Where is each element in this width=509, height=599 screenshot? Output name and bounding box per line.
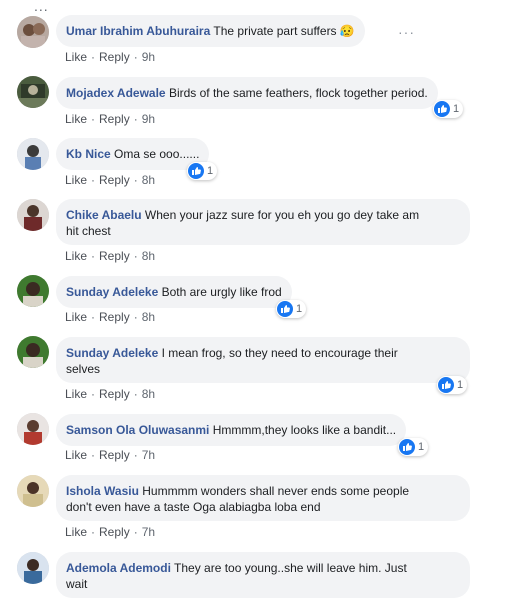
comment-text: Oma se ooo...... [114,147,200,161]
comment-time[interactable]: 8h [142,310,155,324]
comment-bubble: Ademola Ademodi They are too young..she … [56,552,470,598]
comment-bubble: Umar Ibrahim Abuhuraira The private part… [56,15,365,47]
reply-link[interactable]: Reply [99,310,130,324]
comment-text-line2: wait [66,577,88,591]
like-link[interactable]: Like [65,112,87,126]
comment-time[interactable]: 8h [142,387,155,401]
comment-bubble: Samson Ola Oluwasanmi Hmmmm,they looks l… [56,414,407,446]
comment-actions: Like · Reply · 8h [65,173,156,187]
like-reaction-icon [188,163,204,179]
comment-actions: Like · Reply · 8h [65,249,156,263]
comment-author[interactable]: Ishola Wasiu [66,484,139,498]
comment-actions: Like · Reply · 8h [65,387,156,401]
comment-bubble: Mojadex Adewale Birds of the same feathe… [56,77,438,109]
avatar[interactable] [17,475,49,507]
comment-time[interactable]: 9h [142,50,155,64]
comment-time[interactable]: 8h [142,249,155,263]
reply-link[interactable]: Reply [99,173,130,187]
comment-bubble: Ishola Wasiu Hummmm wonders shall never … [56,475,470,521]
comment-actions: Like · Reply · 8h [65,310,156,324]
like-link[interactable]: Like [65,50,87,64]
comment-text: The private part suffers 😥 [213,24,355,38]
reaction-count[interactable]: 1 [187,162,218,180]
reaction-count[interactable]: 1 [276,300,307,318]
comment-time[interactable]: 9h [142,112,155,126]
comment-author[interactable]: Samson Ola Oluwasanmi [66,423,209,437]
reaction-count[interactable]: 1 [437,376,468,394]
comment-bubble: Kb Nice Oma se ooo...... [56,138,210,170]
comment-text-line2: selves [66,362,101,376]
reply-link[interactable]: Reply [99,50,130,64]
comment-actions: Like · Reply · 7h [65,525,156,539]
comment-actions: Like · Reply · 9h [65,112,156,126]
like-link[interactable]: Like [65,173,87,187]
comment-time[interactable]: 7h [142,448,155,462]
like-link[interactable]: Like [65,448,87,462]
like-link[interactable]: Like [65,249,87,263]
reaction-count[interactable]: 1 [433,100,464,118]
comment-author[interactable]: Sunday Adeleke [66,346,158,360]
comment-actions: Like · Reply · 9h [65,50,156,64]
avatar[interactable] [17,336,49,368]
truncated-indicator: ... [34,0,49,14]
comment-author[interactable]: Sunday Adeleke [66,285,158,299]
comment-bubble: Sunday Adeleke Both are urgly like frod [56,276,292,308]
avatar[interactable] [17,16,49,48]
like-reaction-icon [277,301,293,317]
like-link[interactable]: Like [65,387,87,401]
more-options-icon[interactable]: ··· [398,24,415,40]
comment-author[interactable]: Kb Nice [66,147,111,161]
comment-time[interactable]: 8h [142,173,155,187]
avatar[interactable] [17,76,49,108]
like-link[interactable]: Like [65,310,87,324]
like-reaction-icon [434,101,450,117]
reply-link[interactable]: Reply [99,525,130,539]
comment-author[interactable]: Mojadex Adewale [66,86,166,100]
reply-link[interactable]: Reply [99,112,130,126]
avatar[interactable] [17,413,49,445]
comment-text: Hummmm wonders shall never ends some peo… [142,484,410,498]
comment-author[interactable]: Chike Abaelu [66,208,142,222]
like-reaction-icon [438,377,454,393]
comment-author[interactable]: Umar Ibrahim Abuhuraira [66,24,210,38]
reaction-count[interactable]: 1 [398,438,429,456]
comment-text: I mean frog, so they need to encourage t… [161,346,398,360]
comment-text-line2: hit chest [66,224,111,238]
reply-link[interactable]: Reply [99,448,130,462]
comment-text: Hmmmm,they looks like a bandit... [212,423,397,437]
comment-text-line2: don't even have a taste Oga alabiagba lo… [66,500,321,514]
comment-text: When your jazz sure for you eh you go de… [144,208,420,222]
comment-text: They are too young..she will leave him. … [174,561,407,575]
like-link[interactable]: Like [65,525,87,539]
comment-bubble: Chike Abaelu When your jazz sure for you… [56,199,470,245]
avatar[interactable] [17,199,49,231]
avatar[interactable] [17,275,49,307]
avatar[interactable] [17,552,49,584]
comment-bubble: Sunday Adeleke I mean frog, so they need… [56,337,470,383]
avatar[interactable] [17,138,49,170]
comment-actions: Like · Reply · 7h [65,448,156,462]
comment-text: Both are urgly like frod [161,285,282,299]
like-reaction-icon [399,439,415,455]
comment-text: Birds of the same feathers, flock togeth… [168,86,428,100]
reply-link[interactable]: Reply [99,249,130,263]
comment-author[interactable]: Ademola Ademodi [66,561,171,575]
reply-link[interactable]: Reply [99,387,130,401]
comment-time[interactable]: 7h [142,525,155,539]
